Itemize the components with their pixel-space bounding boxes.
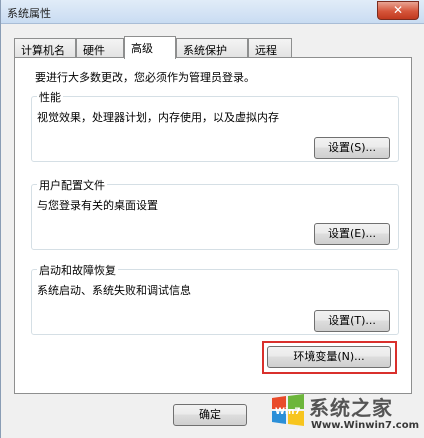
tab-system-protection[interactable]: 系统保护: [176, 38, 248, 58]
admin-notice: 要进行大多数更改，您必须作为管理员登录。: [35, 71, 255, 84]
windows-logo-icon: Win7: [272, 394, 304, 426]
performance-description: 视觉效果，处理器计划，内存使用，以及虚拟内存: [37, 111, 279, 124]
close-button[interactable]: ✕: [377, 1, 419, 20]
system-properties-window: 系统属性 ✕ 计算机名 硬件 高级 系统保护 远程 要进行大多数更改，您必须作为…: [0, 0, 424, 438]
site-watermark: Win7 系统之家 Www.Winwin7.com: [269, 390, 424, 438]
user-profiles-settings-button[interactable]: 设置(E)...: [314, 223, 390, 245]
tab-advanced[interactable]: 高级: [124, 36, 176, 59]
environment-variables-button[interactable]: 环境变量(N)...: [267, 346, 391, 368]
startup-recovery-description: 系统启动、系统失败和调试信息: [37, 284, 191, 297]
ok-button[interactable]: 确定: [173, 404, 247, 426]
tab-remote[interactable]: 远程: [248, 38, 292, 58]
performance-group: 性能 视觉效果，处理器计划，内存使用，以及虚拟内存 设置(S)...: [31, 89, 399, 162]
close-icon: ✕: [392, 3, 404, 17]
watermark-logo-text: Win7: [275, 407, 301, 417]
startup-recovery-settings-button[interactable]: 设置(T)...: [314, 310, 390, 332]
user-profiles-label: 用户配置文件: [37, 177, 107, 193]
tab-computer-name[interactable]: 计算机名: [14, 38, 76, 58]
title-bar[interactable]: 系统属性 ✕: [1, 0, 424, 24]
tab-strip: 计算机名 硬件 高级 系统保护 远程: [14, 36, 414, 59]
watermark-brand: 系统之家: [309, 396, 393, 420]
advanced-tab-panel: 要进行大多数更改，您必须作为管理员登录。 性能 视觉效果，处理器计划，内存使用，…: [14, 57, 412, 394]
tab-hardware[interactable]: 硬件: [76, 38, 124, 58]
watermark-url: Www.Winwin7.com: [311, 420, 420, 431]
window-title: 系统属性: [7, 7, 51, 20]
user-profiles-group: 用户配置文件 与您登录有关的桌面设置 设置(E)...: [31, 177, 399, 250]
performance-settings-button[interactable]: 设置(S)...: [314, 137, 390, 159]
startup-recovery-label: 启动和故障恢复: [37, 262, 118, 278]
performance-label: 性能: [37, 89, 63, 105]
user-profiles-description: 与您登录有关的桌面设置: [37, 199, 158, 212]
startup-recovery-group: 启动和故障恢复 系统启动、系统失败和调试信息 设置(T)...: [31, 262, 399, 335]
